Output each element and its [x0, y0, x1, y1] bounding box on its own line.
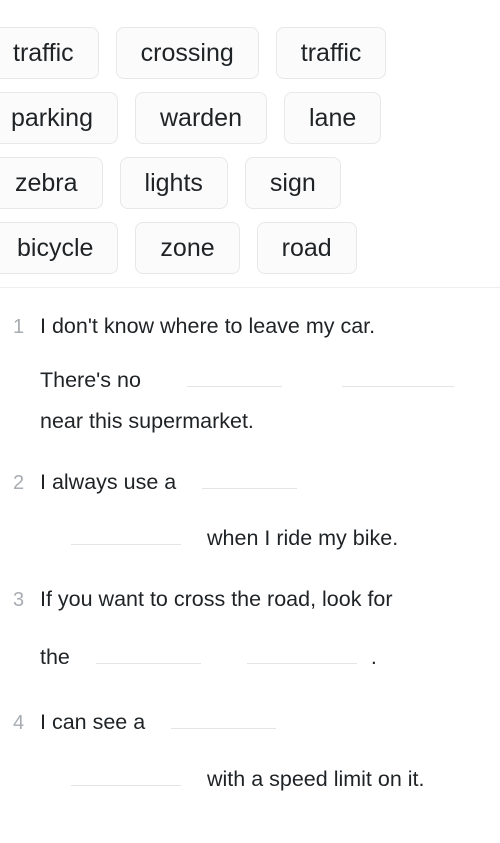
word-chip-lights[interactable]: lights: [119, 157, 228, 209]
question-4-line-2: with a speed limit on it.: [13, 735, 500, 792]
question-3-line-2: the .: [13, 612, 500, 670]
question-1-number: 1: [13, 316, 25, 338]
question-4-text-b: with a speed limit on it.: [207, 767, 425, 791]
word-chip-zone[interactable]: zone: [135, 222, 240, 274]
question-1-line-1: 1 I don't know where to leave my car.: [13, 288, 500, 339]
word-chip-bicycle[interactable]: bicycle: [0, 222, 119, 274]
question-1-text-c: near this supermarket.: [40, 409, 254, 433]
question-1: 1 I don't know where to leave my car. Th…: [0, 288, 500, 434]
question-4-number: 4: [13, 712, 25, 734]
question-1-text-a: I don't know where to leave my car.: [40, 314, 376, 338]
question-2-line-2: when I ride my bike.: [13, 495, 500, 551]
word-chip-lane[interactable]: lane: [284, 92, 382, 144]
question-3-blank-2[interactable]: [246, 641, 357, 664]
question-1-blank-1[interactable]: [186, 364, 282, 387]
question-2-blank-2[interactable]: [71, 522, 181, 545]
word-bank: traffic crossing traffic parking warden …: [0, 0, 500, 274]
question-1-line-3: near this supermarket.: [13, 393, 500, 434]
word-chip-traffic-1[interactable]: traffic: [0, 27, 99, 79]
question-4-line-1: 4 I can see a: [13, 670, 500, 735]
question-3-line-1: 3 If you want to cross the road, look fo…: [13, 551, 500, 612]
question-3-text-end: .: [370, 645, 377, 669]
word-chip-traffic-2[interactable]: traffic: [275, 27, 387, 79]
question-3-text-b: the: [40, 645, 70, 669]
question-2-text-a: I always use a: [40, 470, 177, 494]
question-2: 2 I always use a when I ride my bike.: [0, 434, 500, 551]
question-1-line-2: There's no: [13, 339, 500, 393]
word-chip-warden[interactable]: warden: [135, 92, 267, 144]
question-4-blank-2[interactable]: [71, 763, 181, 786]
word-chip-road[interactable]: road: [256, 222, 357, 274]
word-chip-zebra[interactable]: zebra: [0, 157, 103, 209]
question-4-blank-1[interactable]: [171, 706, 277, 729]
questions-list: 1 I don't know where to leave my car. Th…: [0, 288, 500, 792]
word-chip-parking[interactable]: parking: [0, 92, 118, 144]
question-2-text-b: when I ride my bike.: [207, 526, 399, 550]
question-3-number: 3: [13, 589, 25, 611]
word-bank-row: traffic crossing traffic: [0, 27, 500, 79]
question-4-text-a: I can see a: [40, 710, 146, 734]
word-chip-crossing[interactable]: crossing: [115, 27, 259, 79]
word-bank-row: bicycle zone road: [0, 222, 500, 274]
question-3-text-a: If you want to cross the road, look for: [40, 587, 393, 611]
question-3: 3 If you want to cross the road, look fo…: [0, 551, 500, 670]
question-2-number: 2: [13, 472, 25, 494]
question-2-blank-1[interactable]: [202, 466, 298, 489]
word-chip-sign[interactable]: sign: [244, 157, 341, 209]
question-2-line-1: 2 I always use a: [13, 434, 500, 495]
question-1-text-b: There's no: [40, 368, 141, 392]
question-4: 4 I can see a with a speed limit on it.: [0, 670, 500, 792]
word-bank-row: zebra lights sign: [0, 157, 500, 209]
question-3-blank-1[interactable]: [95, 641, 201, 664]
word-bank-row: parking warden lane: [0, 92, 500, 144]
question-1-blank-2[interactable]: [341, 364, 454, 387]
